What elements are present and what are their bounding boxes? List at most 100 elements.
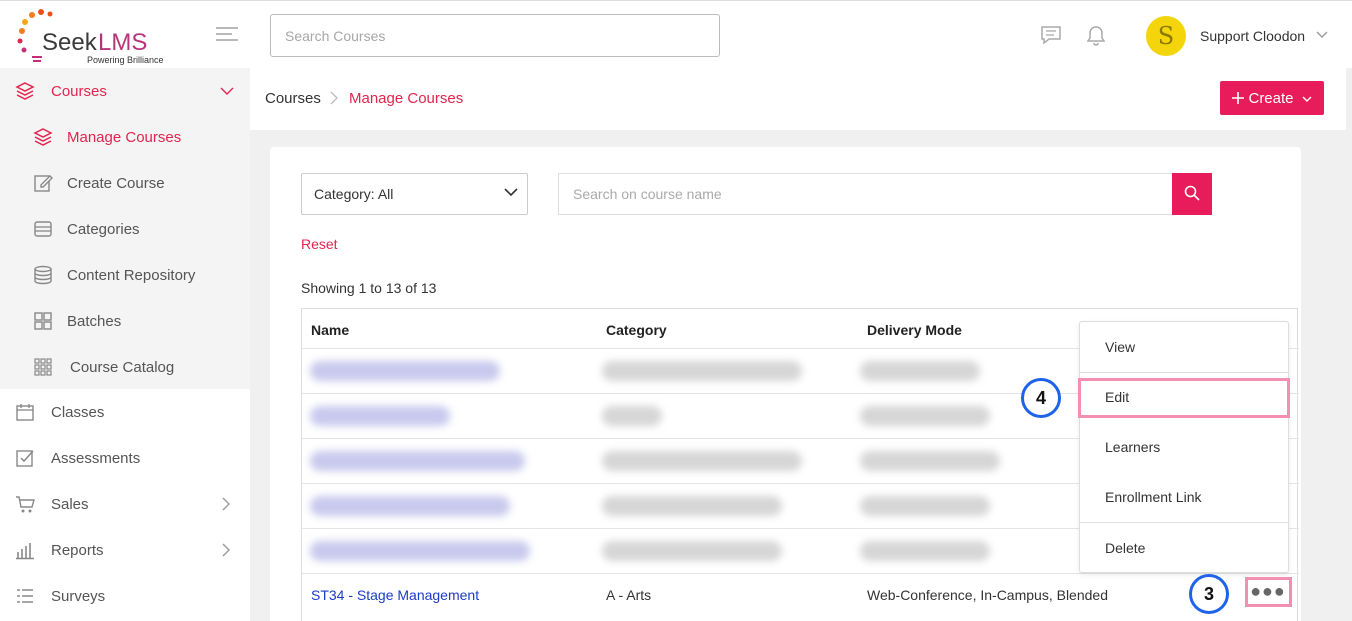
chevron-right-icon (330, 91, 338, 105)
redacted-category (602, 541, 782, 561)
sidebar-item-classes[interactable]: Classes (0, 389, 250, 435)
svg-text:LMS: LMS (98, 29, 147, 56)
breadcrumb-manage-courses: Manage Courses (349, 90, 464, 107)
sidebar-item-create-course[interactable]: Create Course (0, 160, 250, 206)
search-button[interactable] (1172, 173, 1212, 215)
sidebar-item-label: Surveys (51, 587, 106, 605)
menu-item-view[interactable]: View (1080, 322, 1288, 372)
chevron-down-icon[interactable] (1316, 31, 1328, 39)
catalog-grid-icon (34, 358, 52, 376)
grid-icon (34, 312, 52, 330)
sidebar-item-label: Classes (51, 403, 105, 421)
category-select[interactable]: Category: All (301, 173, 528, 215)
chevron-down-icon (1302, 96, 1312, 102)
sidebar-item-label: Courses (51, 82, 107, 100)
message-icon[interactable] (1040, 25, 1062, 45)
redacted-delivery (860, 451, 1000, 471)
redacted-category (602, 406, 662, 426)
sidebar-item-batches[interactable]: Batches (0, 298, 250, 344)
cart-icon (16, 496, 35, 513)
sidebar-item-label: Course Catalog (70, 358, 175, 376)
list-icon (17, 589, 33, 603)
sidebar: Courses Manage Courses Create Course Cat… (0, 68, 250, 621)
redacted-name (310, 541, 530, 561)
chevron-right-icon (222, 543, 230, 557)
seeklms-logo[interactable]: Seek LMS Powering Brilliance (12, 7, 172, 65)
edit-icon (34, 175, 53, 192)
step-marker-4: 4 (1021, 378, 1061, 418)
calendar-icon (16, 404, 34, 421)
sidebar-item-course-catalog[interactable]: Course Catalog (0, 344, 250, 390)
redacted-name (310, 406, 450, 426)
sidebar-item-courses[interactable]: Courses (0, 68, 250, 114)
sidebar-item-assessments[interactable]: Assessments (0, 435, 250, 481)
chevron-down-icon (220, 87, 234, 95)
reset-link[interactable]: Reset (301, 236, 338, 252)
sidebar-item-content-repository[interactable]: Content Repository (0, 252, 250, 298)
redacted-category (602, 361, 802, 381)
redacted-name (310, 496, 510, 516)
category-select-value: Category: All (314, 186, 394, 202)
sidebar-item-categories[interactable]: Categories (0, 206, 250, 252)
column-header-name[interactable]: Name (311, 322, 349, 338)
sidebar-item-label: Content Repository (67, 266, 196, 284)
chevron-right-icon (222, 497, 230, 511)
course-name-link[interactable]: ST34 - Stage Management (311, 587, 479, 603)
menu-item-enrollment-link[interactable]: Enrollment Link (1080, 472, 1288, 522)
table-row[interactable]: ST34 - Stage Management A - Arts Web-Con… (302, 573, 1299, 618)
top-bar: Seek LMS Powering Brilliance S Support C… (0, 0, 1352, 68)
menu-item-label: Delete (1105, 540, 1146, 556)
sidebar-item-label: Manage Courses (67, 128, 182, 146)
sidebar-item-sales[interactable]: Sales (0, 481, 250, 527)
column-header-delivery-mode[interactable]: Delivery Mode (867, 322, 962, 338)
course-actions-menu: View Edit Learners Enrollment Link Delet… (1079, 321, 1289, 573)
layers-icon (33, 128, 53, 146)
sidebar-item-reports[interactable]: Reports (0, 527, 250, 573)
course-delivery-mode: Web-Conference, In-Campus, Blended (867, 587, 1108, 603)
sidebar-item-surveys[interactable]: Surveys (0, 573, 250, 619)
redacted-delivery (860, 361, 980, 381)
menu-item-delete[interactable]: Delete (1080, 523, 1288, 573)
step-marker-3: 3 (1189, 574, 1229, 614)
breadcrumb: Courses Manage Courses Create (250, 68, 1352, 130)
redacted-delivery (860, 541, 990, 561)
chevron-down-icon (504, 188, 518, 197)
search-icon (1184, 185, 1200, 201)
more-options-icon[interactable]: ●●● (1249, 582, 1287, 602)
avatar[interactable]: S (1146, 16, 1186, 56)
bell-icon[interactable] (1086, 25, 1106, 47)
sidebar-item-label: Assessments (51, 449, 141, 467)
breadcrumb-courses[interactable]: Courses (265, 90, 321, 107)
menu-item-label: Enrollment Link (1105, 489, 1202, 505)
categories-icon (34, 221, 52, 237)
search-courses-input[interactable] (270, 14, 720, 57)
sidebar-item-manage-courses[interactable]: Manage Courses (0, 114, 250, 160)
menu-item-learners[interactable]: Learners (1080, 422, 1288, 472)
menu-item-label: Learners (1105, 439, 1161, 455)
course-name-search-input[interactable] (558, 173, 1172, 215)
menu-item-label: View (1105, 339, 1136, 355)
redacted-category (602, 451, 802, 471)
edit-highlight-box (1078, 378, 1290, 418)
user-name[interactable]: Support Cloodon (1200, 28, 1305, 44)
results-count: Showing 1 to 13 of 13 (301, 280, 437, 296)
redacted-name (310, 361, 500, 381)
redacted-delivery (860, 496, 990, 516)
sidebar-item-label: Create Course (67, 174, 165, 192)
redacted-delivery (860, 406, 990, 426)
redacted-category (602, 496, 782, 516)
sidebar-item-label: Categories (67, 220, 140, 238)
create-button[interactable]: Create (1220, 81, 1324, 115)
create-button-label: Create (1248, 89, 1294, 107)
sidebar-item-label: Batches (67, 312, 122, 330)
scrollbar[interactable] (1346, 68, 1352, 621)
svg-text:Seek: Seek (42, 29, 98, 56)
menu-toggle-icon[interactable] (216, 27, 238, 45)
sidebar-item-label: Reports (51, 541, 104, 559)
column-header-category[interactable]: Category (606, 322, 667, 338)
plus-icon (1232, 91, 1245, 104)
sidebar-item-label: Sales (51, 495, 89, 513)
redacted-name (310, 451, 525, 471)
checkbox-icon (16, 450, 34, 467)
layers-icon (15, 82, 35, 100)
